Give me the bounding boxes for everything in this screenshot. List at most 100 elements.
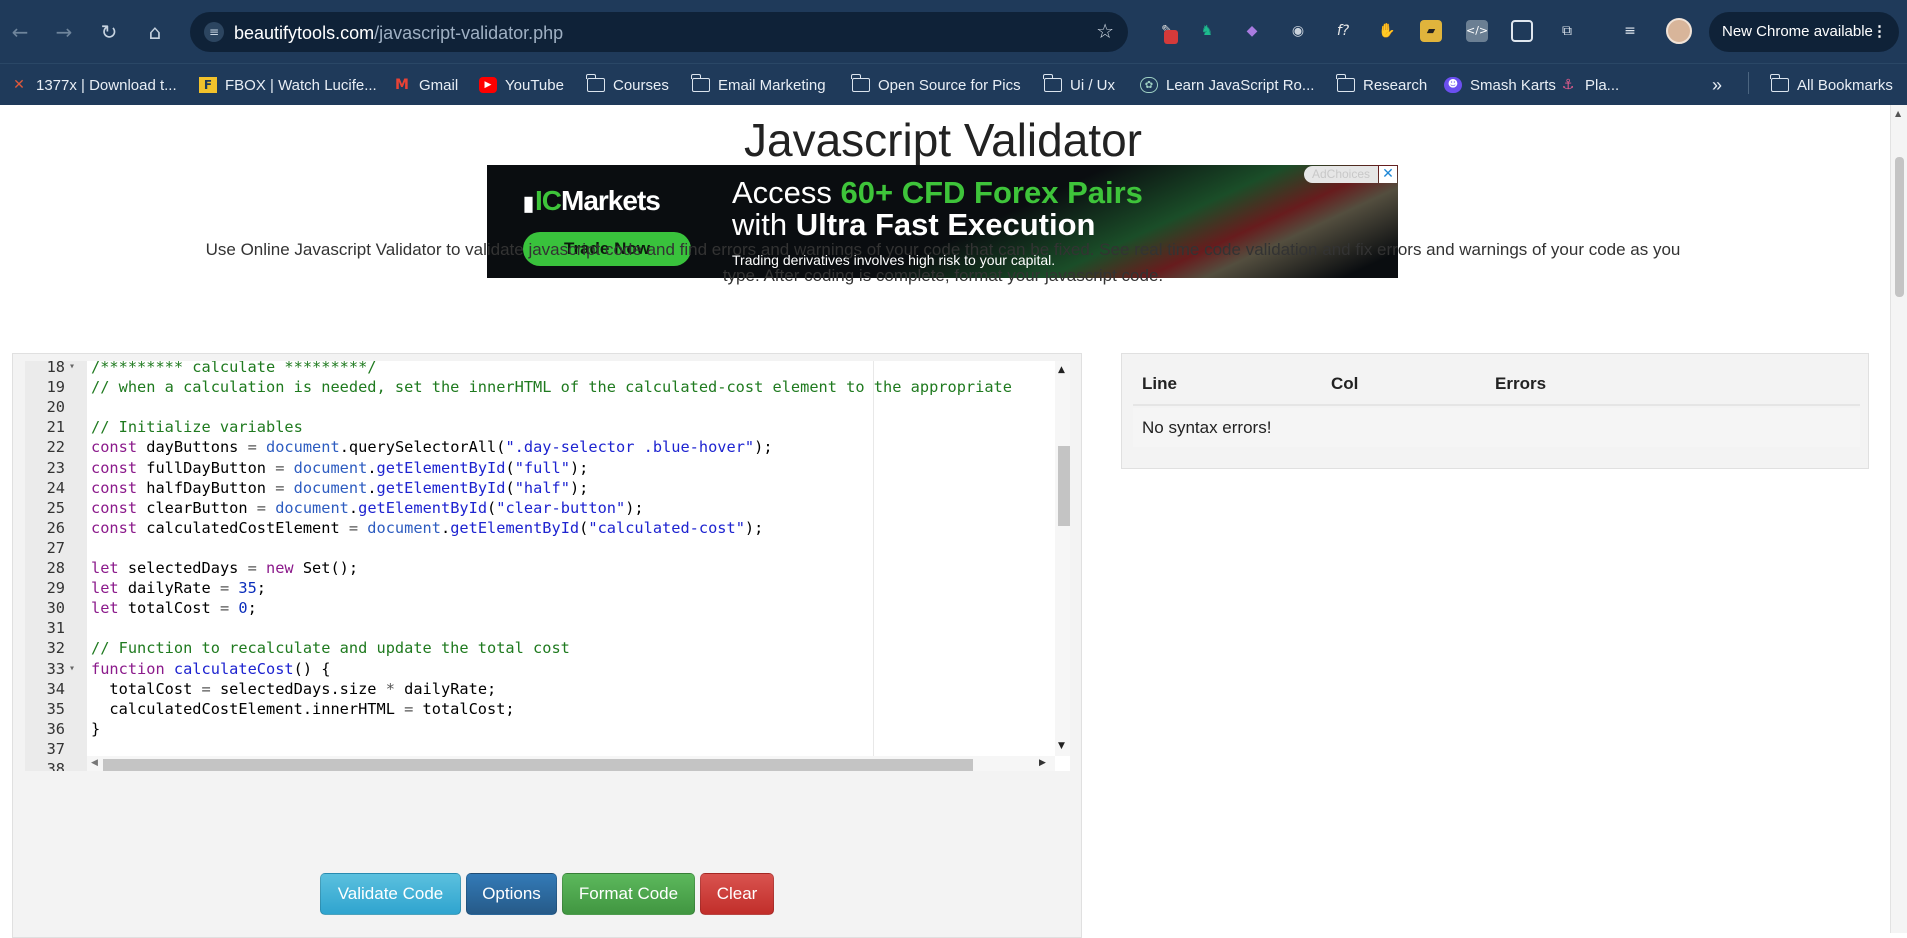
scroll-down-arrow-icon[interactable]: ▼ [1058, 741, 1065, 751]
code-text[interactable]: const clearButton = document.getElementB… [91, 498, 644, 518]
bookmark-learn-javascript[interactable]: ✿ Learn JavaScript Ro... [1140, 75, 1314, 95]
code-text[interactable]: const dayButtons = document.querySelecto… [91, 437, 773, 457]
bookmark-gmail[interactable]: M Gmail [393, 75, 458, 95]
bookmarks-overflow-chevron-icon[interactable]: » [1712, 75, 1722, 95]
fold-arrow-icon[interactable]: ▾ [69, 659, 75, 679]
code-line[interactable]: 35 calculatedCostElement.innerHTML = tot… [25, 699, 1055, 719]
extensions-puzzle-icon[interactable]: ⧉ [1556, 20, 1578, 42]
code-text[interactable]: } [91, 719, 100, 739]
code-token: ( [505, 458, 515, 477]
pen-extension-icon[interactable]: ✎ [1156, 20, 1178, 44]
code-text[interactable]: let selectedDays = new Set(); [91, 558, 358, 578]
validate-code-button[interactable]: Validate Code [320, 873, 461, 915]
code-line[interactable]: 29 let dailyRate = 35; [25, 578, 1055, 598]
chrome-update-button[interactable]: New Chrome available ⋮ [1709, 12, 1899, 52]
scroll-up-arrow-icon[interactable]: ▲ [1058, 365, 1065, 375]
code-text[interactable]: calculatedCostElement.innerHTML = totalC… [91, 699, 514, 719]
home-icon[interactable]: ⌂ [141, 18, 169, 46]
code-text[interactable]: // Function to recalculate and update th… [91, 638, 570, 658]
code-text[interactable]: // when a calculation is needed, set the… [91, 377, 1012, 397]
bookmark-research[interactable]: Research [1336, 74, 1427, 95]
code-text[interactable]: // Initialize variables [91, 417, 303, 437]
editor-vertical-scrollbar[interactable]: ▲ ▼ [1055, 361, 1070, 756]
code-text[interactable]: const fullDayButton = document.getElemen… [91, 458, 588, 478]
reading-list-icon[interactable]: ≡ [1619, 20, 1641, 42]
ad-close-icon[interactable]: ✕ [1379, 166, 1397, 183]
editor-horizontal-scrollbar[interactable]: ◀ ▶ [87, 756, 1055, 771]
code-token: = [247, 559, 266, 577]
bookmark-star-icon[interactable]: ☆ [1096, 19, 1114, 43]
bookmark-1377x[interactable]: ✕ 1377x | Download t... [10, 75, 177, 95]
format-code-button[interactable]: Format Code [562, 873, 695, 915]
fold-arrow-icon[interactable]: ▾ [69, 361, 75, 377]
camera-extension-icon[interactable]: ◉ [1287, 20, 1309, 42]
editor-horizontal-scroll-thumb[interactable] [103, 759, 973, 771]
code-line[interactable]: 25 const clearButton = document.getElemen… [25, 498, 1055, 518]
column-header-line[interactable]: Line [1142, 374, 1177, 394]
bookmark-courses[interactable]: Courses [586, 74, 669, 95]
code-line[interactable]: 23 const fullDayButton = document.getElem… [25, 458, 1055, 478]
code-line[interactable]: 21 // Initialize variables [25, 417, 1055, 437]
reload-icon[interactable]: ↻ [95, 18, 123, 46]
code-line[interactable]: 33 ▾ function calculateCost() { [25, 659, 1055, 679]
column-header-col[interactable]: Col [1331, 374, 1358, 394]
code-token: calculateCost [173, 659, 294, 678]
site-settings-icon[interactable]: ≡ [204, 22, 224, 42]
page-title: Javascript Validator [744, 114, 1142, 166]
page-scroll-thumb[interactable] [1895, 157, 1904, 297]
address-bar[interactable]: ≡ beautifytools.com/javascript-validator… [190, 12, 1128, 52]
code-text[interactable]: totalCost = selectedDays.size * dailyRat… [91, 679, 496, 699]
bookmark-pla[interactable]: ⚓ Pla... [1559, 75, 1619, 95]
code-line[interactable]: 22 const dayButtons = document.querySelec… [25, 437, 1055, 457]
code-token: clearButton [146, 498, 257, 517]
code-text[interactable]: function calculateCost() { [91, 659, 330, 679]
scroll-right-arrow-icon[interactable]: ▶ [1039, 758, 1046, 768]
hand-extension-icon[interactable]: ✋ [1376, 20, 1398, 42]
font-extension-icon[interactable]: f? [1332, 20, 1354, 42]
picture-in-picture-icon[interactable] [1511, 20, 1533, 42]
bookmark-open-source-pics[interactable]: Open Source for Pics [851, 74, 1021, 95]
bookmark-smash-karts[interactable]: ☻ Smash Karts [1444, 75, 1556, 95]
profile-avatar[interactable] [1666, 18, 1692, 44]
options-button[interactable]: Options [466, 873, 557, 915]
bookmark-fbox[interactable]: F FBOX | Watch Lucife... [199, 75, 377, 95]
bookmark-ui-ux[interactable]: Ui / Ux [1043, 74, 1115, 95]
page-scroll-up-arrow-icon[interactable]: ▲ [1895, 109, 1901, 118]
back-arrow-icon[interactable]: ← [6, 18, 34, 46]
code-line[interactable]: 34 totalCost = selectedDays.size * daily… [25, 679, 1055, 699]
editor-vertical-scroll-thumb[interactable] [1058, 446, 1070, 526]
code-line[interactable]: 19 // when a calculation is needed, set t… [25, 377, 1055, 397]
bird-extension-icon[interactable]: ♞ [1196, 20, 1218, 42]
code-content[interactable]: 18 ▾ /********* calculate *********/ 19 // w… [25, 361, 1070, 771]
code-line[interactable]: 30 let totalCost = 0; [25, 598, 1055, 618]
chat-extension-icon[interactable]: ◆ [1241, 20, 1263, 42]
code-text[interactable]: const calculatedCostElement = document.g… [91, 518, 763, 538]
line-number: 31 [46, 619, 65, 638]
code-text[interactable]: /********* calculate *********/ [91, 361, 377, 377]
code-line[interactable]: 24 const halfDayButton = document.getElem… [25, 478, 1055, 498]
rss-extension-icon[interactable]: ▰ [1420, 20, 1442, 42]
code-line[interactable]: 26 const calculatedCostElement = document… [25, 518, 1055, 538]
code-line[interactable]: 18 ▾ /********* calculate *********/ [25, 361, 1055, 377]
code-line[interactable]: 32 // Function to recalculate and update … [25, 638, 1055, 658]
code-text[interactable]: let dailyRate = 35; [91, 578, 266, 598]
code-line[interactable]: 36} [25, 719, 1055, 739]
url-text[interactable]: beautifytools.com/javascript-validator.p… [234, 23, 563, 44]
code-line[interactable]: 20 [25, 397, 1055, 417]
adchoices-label[interactable]: AdChoices [1303, 166, 1378, 183]
bookmark-youtube[interactable]: ▶ YouTube [479, 75, 564, 95]
code-line[interactable]: 27 [25, 538, 1055, 558]
page-vertical-scrollbar[interactable]: ▲ [1890, 105, 1907, 933]
clear-button[interactable]: Clear [700, 873, 774, 915]
code-text[interactable]: const halfDayButton = document.getElemen… [91, 478, 588, 498]
code-editor[interactable]: 18 ▾ /********* calculate *********/ 19 // w… [25, 361, 1070, 771]
code-text[interactable]: let totalCost = 0; [91, 598, 257, 618]
column-header-errors[interactable]: Errors [1495, 374, 1546, 394]
code-line[interactable]: 31 [25, 618, 1055, 638]
code-line[interactable]: 28 let selectedDays = new Set(); [25, 558, 1055, 578]
all-bookmarks-button[interactable]: All Bookmarks [1770, 74, 1893, 95]
forward-arrow-icon[interactable]: → [50, 18, 78, 46]
bookmark-email-marketing[interactable]: Email Marketing [691, 74, 826, 95]
scroll-left-arrow-icon[interactable]: ◀ [91, 758, 98, 768]
code-extension-icon[interactable]: </> [1466, 20, 1488, 42]
